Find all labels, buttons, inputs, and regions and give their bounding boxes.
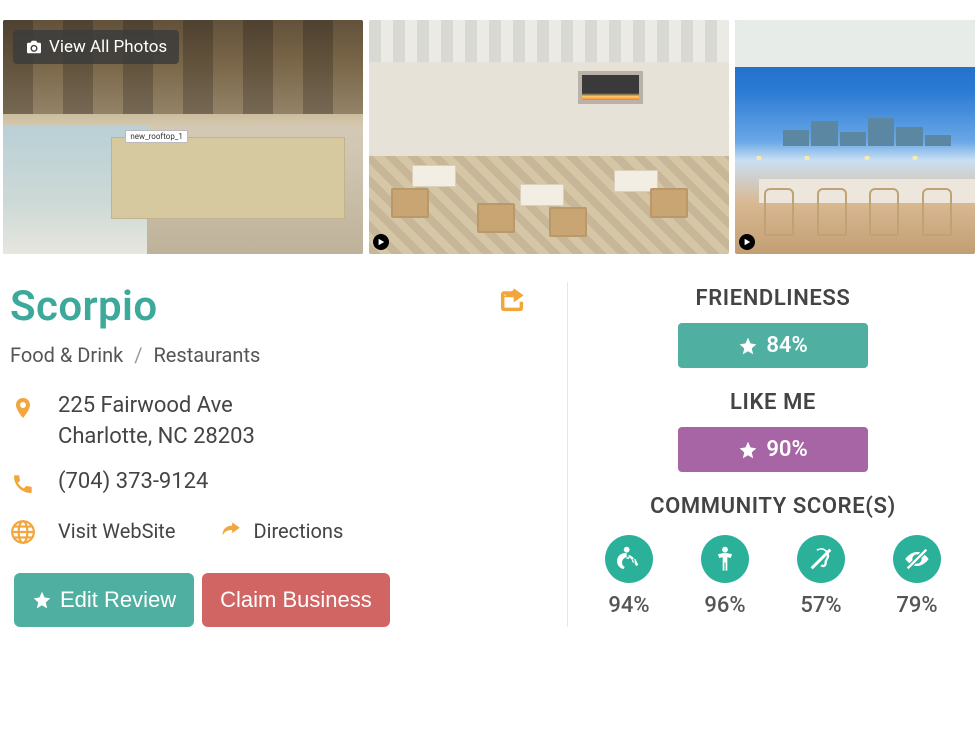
- business-info-panel: Scorpio Food & Drink / Restaurants 225 F…: [0, 282, 568, 627]
- address-line-1: 225 Fairwood Ave: [58, 393, 255, 418]
- website-link[interactable]: Visit WebSite: [58, 519, 175, 543]
- photo-tag: new_rooftop_1: [125, 130, 188, 143]
- hearing-score: 57%: [785, 535, 857, 618]
- gallery-photo[interactable]: [735, 20, 975, 254]
- person-icon: [711, 545, 739, 573]
- share-button[interactable]: [497, 286, 527, 318]
- edit-review-button[interactable]: Edit Review: [14, 573, 194, 627]
- wheelchair-icon: [615, 545, 643, 573]
- friendliness-title: FRIENDLINESS: [592, 286, 954, 311]
- business-name: Scorpio: [10, 282, 543, 331]
- cognitive-value: 96%: [704, 593, 745, 618]
- links-row: Visit WebSite Directions: [10, 517, 543, 545]
- address-line-2: Charlotte, NC 28203: [58, 424, 255, 449]
- like-me-title: LIKE ME: [592, 390, 954, 415]
- vision-score: 79%: [881, 535, 953, 618]
- gallery-photo[interactable]: [369, 20, 729, 254]
- star-icon: [738, 336, 758, 356]
- photo-gallery: new_rooftop_1 View All Photos: [0, 0, 978, 254]
- breadcrumb-sub[interactable]: Restaurants: [153, 343, 260, 367]
- vision-value: 79%: [896, 593, 937, 618]
- breadcrumb-category[interactable]: Food & Drink: [10, 343, 123, 367]
- ear-off-icon: [807, 545, 835, 573]
- directions-icon: [217, 518, 243, 544]
- cognitive-score: 96%: [689, 535, 761, 618]
- phone-number[interactable]: (704) 373-9124: [58, 469, 208, 494]
- eye-off-icon: [903, 545, 931, 573]
- phone-row: (704) 373-9124: [10, 469, 543, 497]
- edit-review-label: Edit Review: [60, 587, 176, 613]
- globe-icon: [10, 519, 36, 545]
- scores-panel: FRIENDLINESS 84% LIKE ME 90% COMMUNITY S…: [568, 282, 978, 627]
- star-icon: [738, 440, 758, 460]
- like-me-pill: 90%: [678, 427, 868, 472]
- claim-business-button[interactable]: Claim Business: [202, 573, 390, 627]
- friendliness-value: 84%: [766, 333, 807, 358]
- address-row: 225 Fairwood Ave Charlotte, NC 28203: [10, 393, 543, 449]
- mobility-score: 94%: [593, 535, 665, 618]
- directions-link[interactable]: Directions: [253, 519, 343, 543]
- community-title: COMMUNITY SCORE(S): [592, 494, 954, 519]
- camera-icon: [25, 40, 43, 54]
- gallery-photo[interactable]: new_rooftop_1 View All Photos: [3, 20, 363, 254]
- like-me-value: 90%: [766, 437, 807, 462]
- friendliness-pill: 84%: [678, 323, 868, 368]
- claim-business-label: Claim Business: [220, 587, 372, 613]
- view-all-photos-button[interactable]: View All Photos: [13, 30, 179, 64]
- view-all-label: View All Photos: [49, 37, 167, 57]
- pin-icon: [11, 394, 35, 422]
- mobility-value: 94%: [608, 593, 649, 618]
- play-icon: [373, 234, 389, 250]
- play-icon: [739, 234, 755, 250]
- phone-icon: [11, 472, 35, 496]
- hearing-value: 57%: [800, 593, 841, 618]
- star-icon: [32, 590, 52, 610]
- breadcrumb: Food & Drink / Restaurants: [10, 343, 543, 367]
